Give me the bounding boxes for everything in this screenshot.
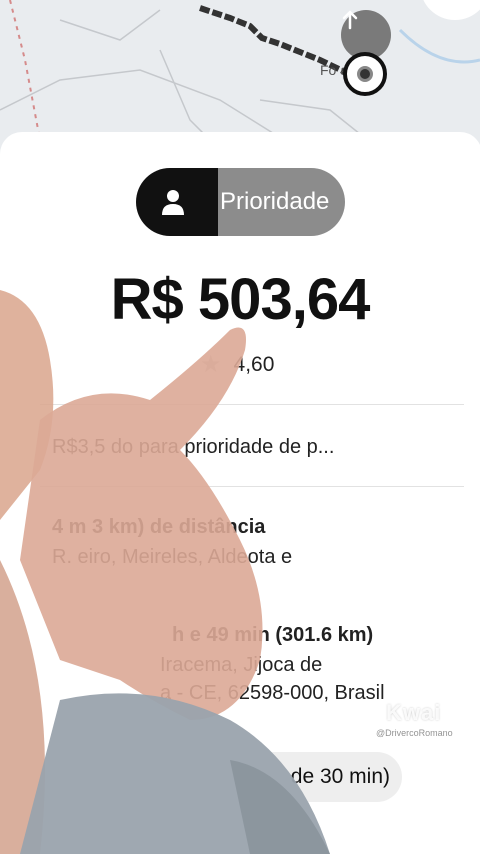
watermark-username: @DrivercoRomano	[376, 728, 453, 738]
divider	[40, 486, 464, 487]
trip-address-line1: Iracema, Jijoca de	[160, 654, 323, 676]
pickup-distance: 4 m 3 km) de distância	[52, 516, 266, 538]
star-icon: ★	[200, 351, 222, 378]
rating-value: 4,60	[233, 352, 275, 376]
tier-selector[interactable]: Prioridade	[136, 168, 345, 236]
priority-fee-text: R$3,5 do para prioridade de p...	[52, 436, 335, 458]
person-icon	[162, 190, 184, 215]
tier-label: Prioridade	[220, 188, 330, 215]
ride-details-sheet: Prioridade R$ 503,64 ★ 4,60 R$3,5 do par…	[0, 132, 480, 854]
trip-duration: h e 49 min (301.6 km)	[172, 624, 374, 646]
tier-icon-area	[136, 168, 218, 236]
trip-address-line2: a - CE, 62598-000, Brasil	[160, 682, 385, 704]
arrow-up-icon	[342, 10, 358, 30]
divider	[40, 404, 464, 405]
pickup-address: R. eiro, Meireles, Aldeota e	[52, 546, 293, 568]
kwai-watermark: Kwai	[386, 700, 442, 725]
wait-time-chip[interactable]: de 30 min)	[40, 752, 402, 802]
tier-label-area: Prioridade	[218, 168, 345, 236]
destination-pin	[343, 52, 387, 96]
location-pin-icon	[357, 66, 373, 82]
wait-time-text: de 30 min)	[290, 765, 390, 788]
passenger-rating: ★ 4,60	[200, 350, 274, 379]
fare-price: R$ 503,64	[110, 267, 371, 332]
